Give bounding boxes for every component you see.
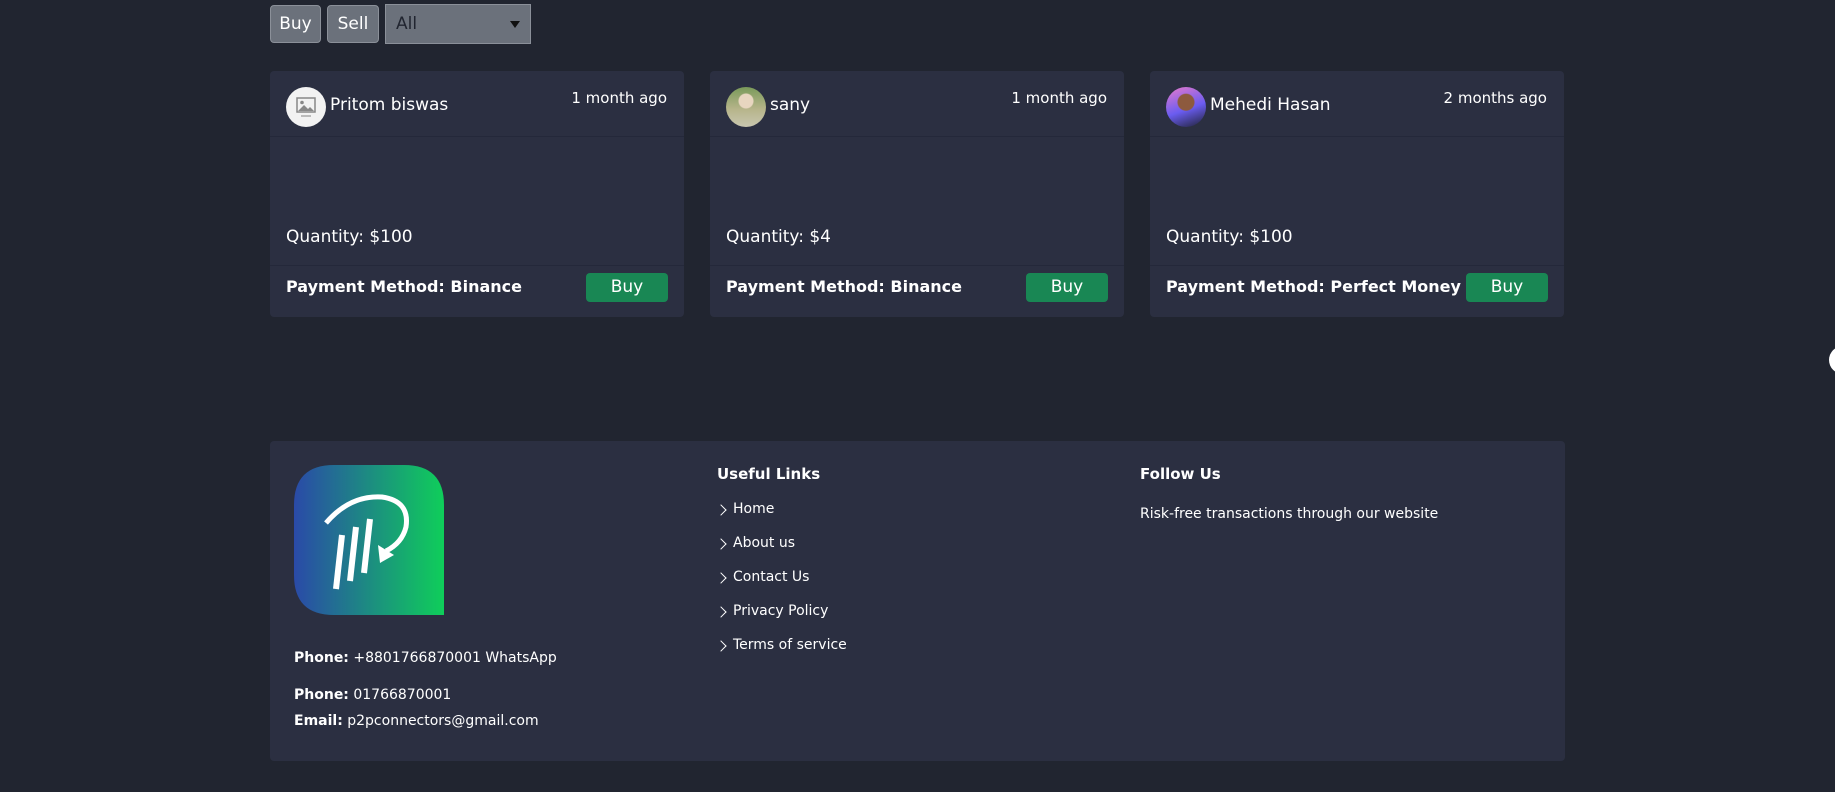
useful-links-heading: Useful Links: [717, 465, 821, 483]
avatar: [726, 87, 766, 127]
chevron-right-icon: [715, 606, 727, 618]
payment-method: Payment Method: Perfect Money: [1166, 277, 1461, 296]
avatar: [1166, 87, 1206, 127]
buy-button[interactable]: Buy: [1466, 273, 1548, 302]
link-label[interactable]: Privacy Policy: [733, 603, 828, 619]
divider: [270, 265, 684, 266]
payment-method: Payment Method: Binance: [286, 277, 522, 296]
offer-time: 1 month ago: [571, 89, 667, 107]
phone-label: Phone:: [294, 687, 349, 703]
follow-us-text: Risk-free transactions through our websi…: [1140, 506, 1439, 522]
contact-email: Email: p2pconnectors@gmail.com: [294, 713, 539, 729]
email-label: Email:: [294, 713, 343, 729]
link-label[interactable]: Home: [733, 501, 774, 517]
sell-filter-button[interactable]: Sell: [327, 5, 379, 43]
offer-quantity: Quantity: $100: [286, 227, 413, 247]
phone-value[interactable]: +8801766870001 WhatsApp: [353, 650, 556, 666]
link-label[interactable]: Terms of service: [733, 637, 847, 653]
footer-link-about[interactable]: About us: [715, 535, 847, 569]
seller-name[interactable]: Pritom biswas: [330, 95, 448, 115]
phone-label: Phone:: [294, 650, 349, 666]
buy-button[interactable]: Buy: [1026, 273, 1108, 302]
select-value: All: [396, 14, 418, 34]
divider: [1150, 265, 1564, 266]
chevron-right-icon: [715, 504, 727, 516]
offer-card: Mehedi Hasan 2 months ago Quantity: $100…: [1150, 71, 1564, 317]
offer-quantity: Quantity: $100: [1166, 227, 1293, 247]
offer-card: sany 1 month ago Quantity: $4 Payment Me…: [710, 71, 1124, 317]
offer-time: 1 month ago: [1011, 89, 1107, 107]
footer: Phone: +8801766870001 WhatsApp Phone: 01…: [270, 441, 1565, 761]
footer-link-contact[interactable]: Contact Us: [715, 569, 847, 603]
avatar: [286, 87, 326, 127]
offer-time: 2 months ago: [1443, 89, 1547, 107]
email-value[interactable]: p2pconnectors@gmail.com: [347, 713, 538, 729]
footer-link-home[interactable]: Home: [715, 501, 847, 535]
seller-name[interactable]: Mehedi Hasan: [1210, 95, 1331, 115]
payment-method-select[interactable]: All: [385, 4, 531, 44]
chevron-right-icon: [715, 538, 727, 550]
offer-card: Pritom biswas 1 month ago Quantity: $100…: [270, 71, 684, 317]
chevron-down-icon: [510, 20, 520, 28]
chevron-right-icon: [715, 572, 727, 584]
contact-phone-whatsapp: Phone: +8801766870001 WhatsApp: [294, 650, 557, 666]
footer-link-privacy[interactable]: Privacy Policy: [715, 603, 847, 637]
placeholder-image-icon: [296, 97, 316, 117]
follow-us-heading: Follow Us: [1140, 465, 1221, 483]
phone-value[interactable]: 01766870001: [353, 687, 451, 703]
divider: [710, 265, 1124, 266]
filter-bar: Buy Sell All: [270, 4, 531, 44]
offer-card-header: sany 1 month ago: [710, 71, 1124, 137]
offer-quantity: Quantity: $4: [726, 227, 831, 247]
buy-filter-button[interactable]: Buy: [270, 5, 321, 43]
footer-link-terms[interactable]: Terms of service: [715, 637, 847, 671]
offer-card-header: Pritom biswas 1 month ago: [270, 71, 684, 137]
p2p-logo[interactable]: [294, 465, 444, 615]
offer-card-header: Mehedi Hasan 2 months ago: [1150, 71, 1564, 137]
link-label[interactable]: About us: [733, 535, 795, 551]
useful-links-list: Home About us Contact Us Privacy Policy …: [715, 501, 847, 671]
payment-method: Payment Method: Binance: [726, 277, 962, 296]
link-label[interactable]: Contact Us: [733, 569, 809, 585]
chevron-right-icon: [715, 640, 727, 652]
buy-button[interactable]: Buy: [586, 273, 668, 302]
seller-name[interactable]: sany: [770, 95, 810, 115]
contact-phone: Phone: 01766870001: [294, 687, 451, 703]
floating-action-button[interactable]: [1829, 346, 1835, 374]
